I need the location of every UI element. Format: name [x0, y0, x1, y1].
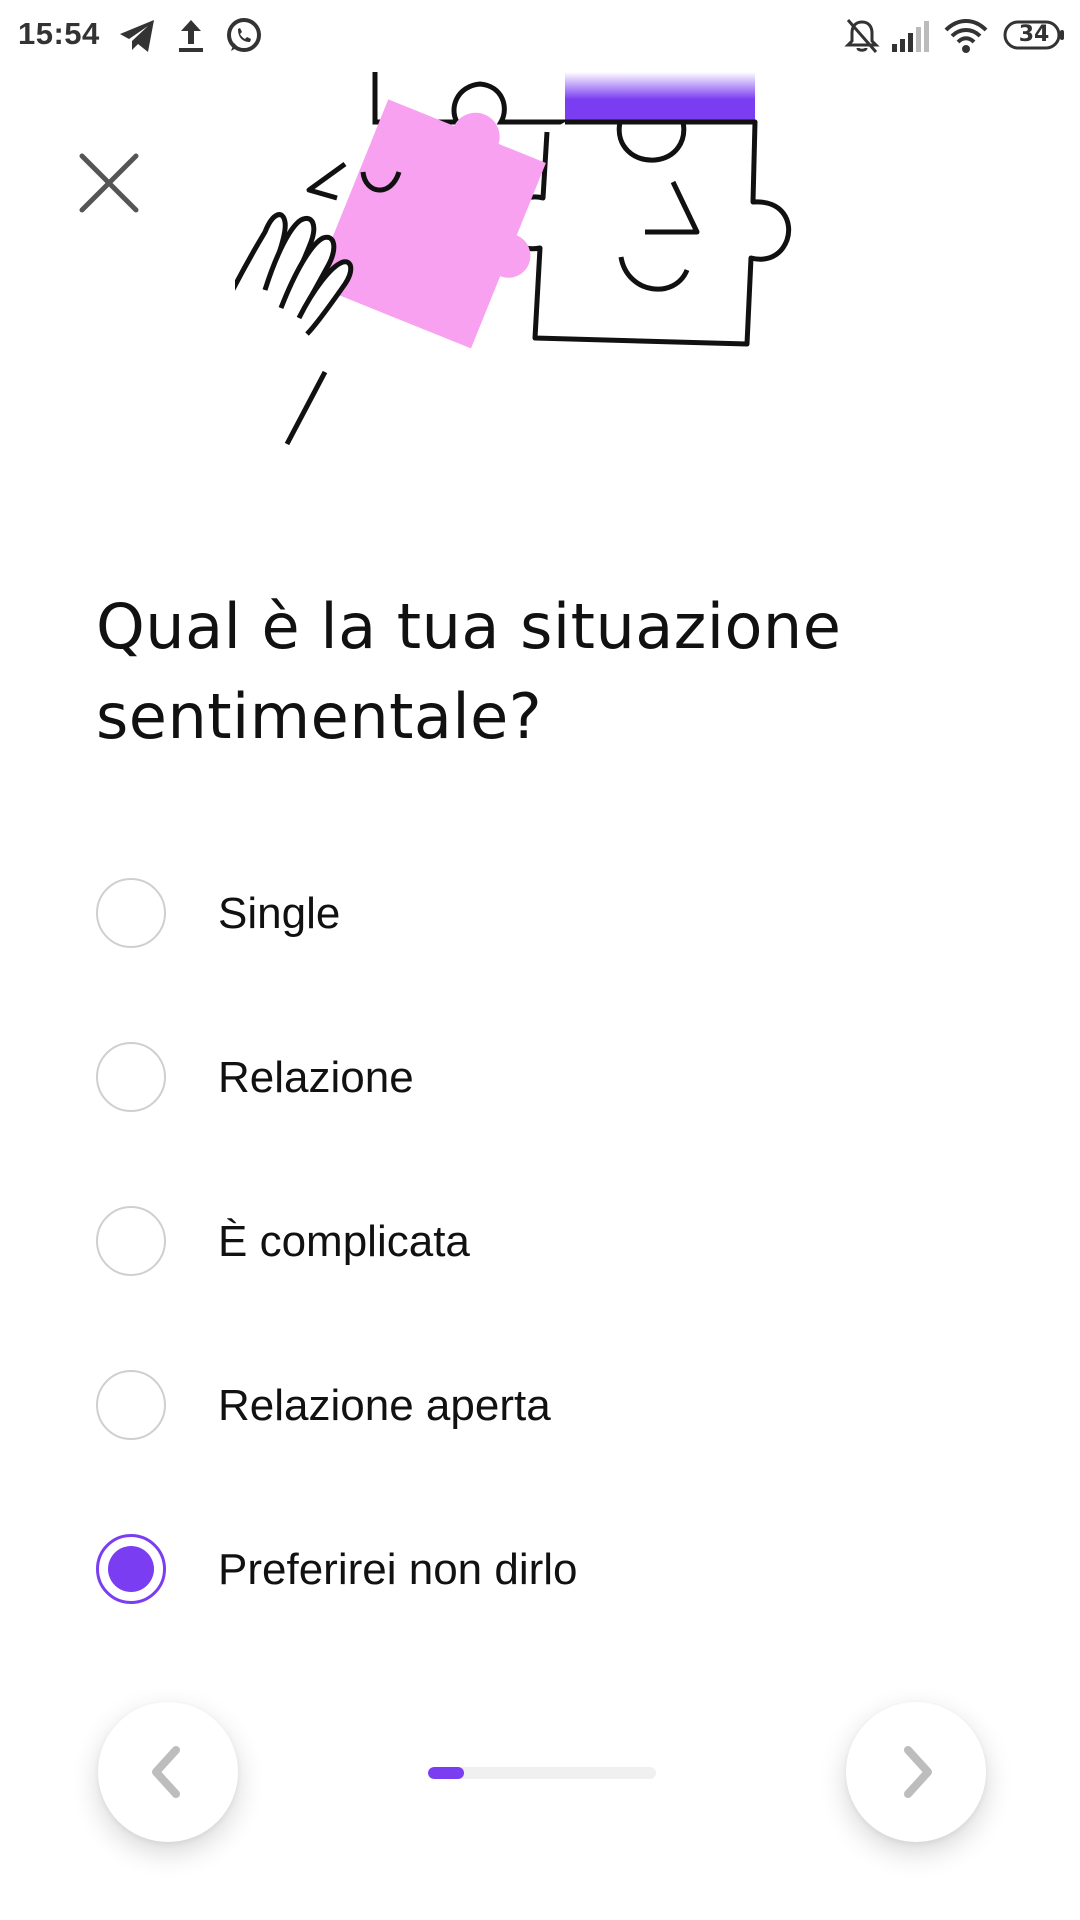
wifi-icon — [944, 19, 988, 53]
close-button[interactable] — [74, 148, 144, 218]
option-preferirei-non-dirlo[interactable]: Preferirei non dirlo — [96, 1534, 996, 1698]
progress-fill — [428, 1767, 465, 1779]
radio-button-selected[interactable] — [96, 1534, 166, 1604]
battery-level: 34 — [1018, 22, 1050, 47]
radio-button[interactable] — [96, 1042, 166, 1112]
status-time: 15:54 — [18, 16, 100, 51]
option-label: Relazione aperta — [218, 1381, 551, 1430]
radio-button[interactable] — [96, 1206, 166, 1276]
cellular-signal-icon — [892, 21, 929, 52]
chevron-right-icon — [904, 1746, 932, 1798]
option-single[interactable]: Single — [96, 878, 996, 1042]
previous-button[interactable] — [98, 1702, 238, 1842]
question-title: Qual è la tua situazione sentimentale? — [96, 590, 842, 753]
option-relazione[interactable]: Relazione — [96, 1042, 996, 1206]
option-label: È complicata — [218, 1217, 470, 1266]
radio-button[interactable] — [96, 878, 166, 948]
chevron-left-icon — [152, 1746, 180, 1798]
battery-icon: 34 — [1003, 20, 1065, 50]
radio-button[interactable] — [96, 1370, 166, 1440]
status-bar: 15:54 34 — [0, 0, 1080, 72]
notifications-off-icon — [844, 19, 880, 53]
telegram-icon — [120, 20, 154, 52]
options-list: Single Relazione È complicata Relazione … — [96, 878, 996, 1698]
upload-icon — [179, 20, 203, 52]
option-label: Relazione — [218, 1053, 414, 1102]
whatsapp-icon — [227, 18, 261, 52]
option-e-complicata[interactable]: È complicata — [96, 1206, 996, 1370]
option-label: Single — [218, 889, 341, 938]
close-icon — [79, 153, 139, 213]
radio-selected-dot — [108, 1546, 154, 1592]
next-button[interactable] — [846, 1702, 986, 1842]
option-relazione-aperta[interactable]: Relazione aperta — [96, 1370, 996, 1534]
progress-bar — [428, 1767, 656, 1779]
option-label: Preferirei non dirlo — [218, 1545, 578, 1594]
puzzle-hand-illustration — [235, 72, 792, 446]
